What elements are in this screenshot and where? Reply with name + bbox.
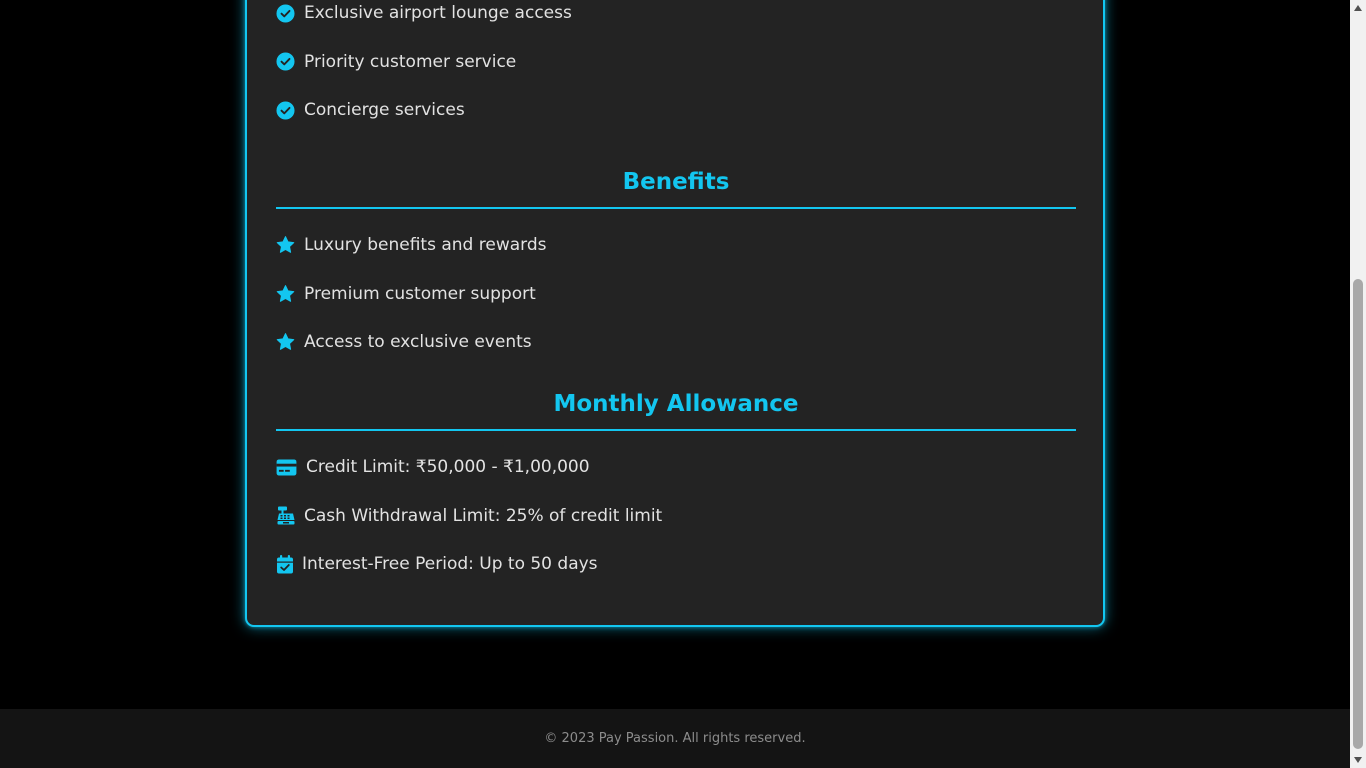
vertical-scrollbar[interactable] [1350,0,1366,768]
feature-label: Exclusive airport lounge access [304,3,572,23]
scrollbar-thumb[interactable] [1353,279,1363,749]
list-item: Access to exclusive events [276,330,546,354]
credit-card-icon [276,458,297,477]
list-item: Premium customer support [276,282,546,306]
scroll-up-arrow-icon[interactable] [1350,0,1366,16]
scroll-down-arrow-icon[interactable] [1350,752,1366,768]
list-item: Concierge services [276,98,572,122]
viewport: Exclusive airport lounge access Priority… [0,0,1366,768]
monthly-allowance-heading: Monthly Allowance [553,391,799,417]
benefit-label: Premium customer support [304,283,536,304]
allowance-label: Cash Withdrawal Limit: 25% of credit lim… [304,505,663,526]
star-icon [276,333,295,352]
check-circle-icon [276,100,295,120]
page: Exclusive airport lounge access Priority… [0,0,1350,768]
card-details: Exclusive airport lounge access Priority… [245,0,1105,627]
cash-register-icon [276,506,295,525]
feature-label: Priority customer service [304,51,517,72]
list-item: Priority customer service [276,50,572,74]
list-item: Exclusive airport lounge access [276,1,572,25]
allowance-label: Credit Limit: ₹50,000 - ₹1,00,000 [306,457,590,477]
check-circle-icon [276,3,295,23]
site-footer: © 2023 Pay Passion. All rights reserved. [0,709,1350,768]
star-icon [276,284,295,303]
list-item: Cash Withdrawal Limit: 25% of credit lim… [276,504,662,528]
feature-label: Concierge services [304,100,465,120]
list-item: Interest-Free Period: Up to 50 days [276,552,662,576]
list-item: Credit Limit: ₹50,000 - ₹1,00,000 [276,455,662,479]
check-circle-icon [276,52,295,71]
benefit-label: Access to exclusive events [304,332,532,352]
star-icon [276,236,295,255]
allowance-label: Interest-Free Period: Up to 50 days [302,554,598,574]
features-list: Exclusive airport lounge access Priority… [276,1,572,147]
benefits-divider [276,207,1076,209]
copyright-text: © 2023 Pay Passion. All rights reserved. [544,731,806,746]
calendar-check-icon [276,554,293,574]
benefit-label: Luxury benefits and rewards [304,235,547,255]
allowance-list: Credit Limit: ₹50,000 - ₹1,00,000 Cash W… [276,455,662,601]
allowance-divider [276,429,1076,431]
list-item: Luxury benefits and rewards [276,233,546,257]
benefits-heading: Benefits [622,169,730,195]
benefits-list: Luxury benefits and rewards Premium cust… [276,233,546,379]
